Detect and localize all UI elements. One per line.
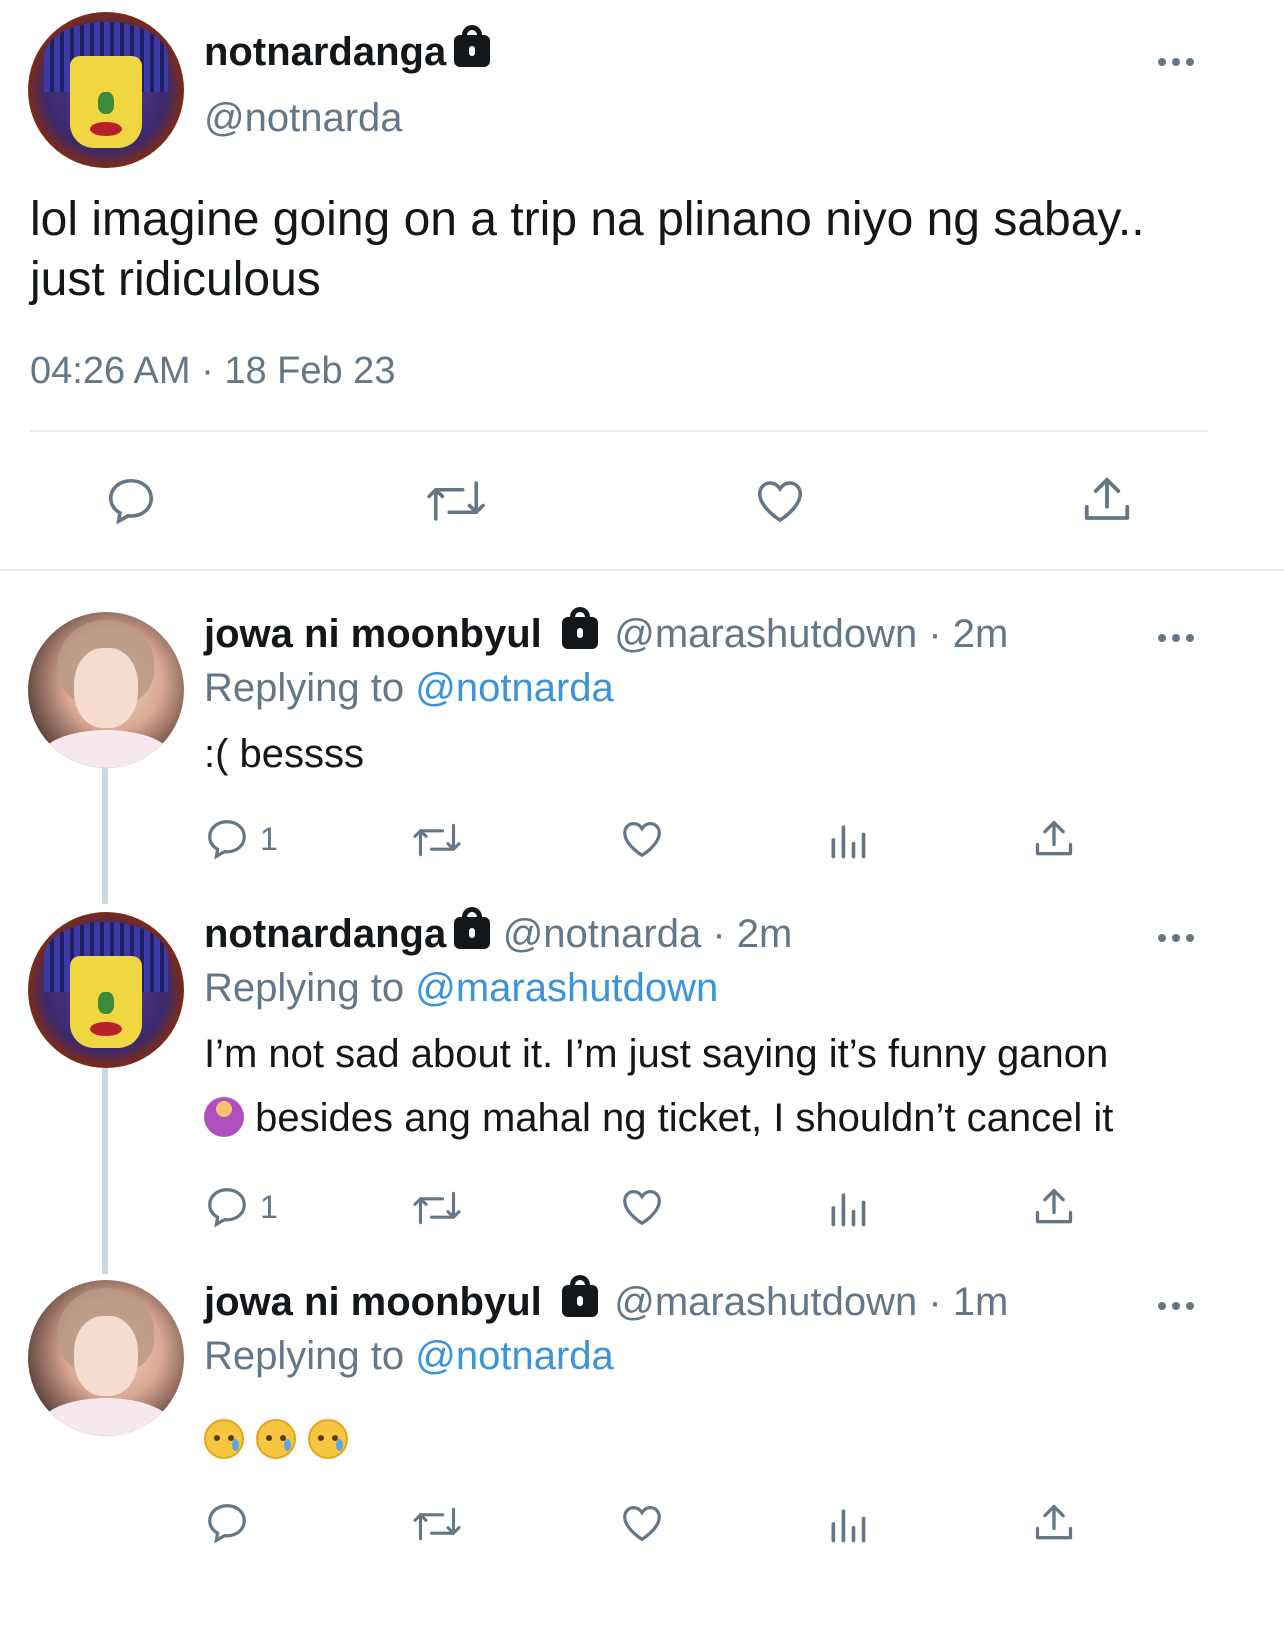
reply-text-line: besides ang mahal ng ticket, I shouldn’t… bbox=[204, 1086, 1244, 1150]
handle-time[interactable]: @notnarda · 2m bbox=[503, 912, 793, 956]
reply-icon bbox=[208, 1504, 246, 1544]
display-name[interactable]: notnardanga bbox=[204, 912, 446, 956]
more-options-icon[interactable] bbox=[1158, 932, 1198, 944]
lock-icon bbox=[454, 907, 491, 949]
notnarda-avatar[interactable] bbox=[28, 12, 184, 168]
reply-text-line: I’m not sad about it. I’m just saying it… bbox=[204, 1032, 1109, 1076]
replying-to-link[interactable]: @notnarda bbox=[415, 1334, 614, 1378]
reply-header: jowa ni moonbyul @marashutdown · 1m bbox=[204, 1275, 1008, 1325]
more-options-icon[interactable] bbox=[1158, 56, 1198, 68]
analytics-icon bbox=[831, 1193, 866, 1227]
like-button[interactable] bbox=[618, 1500, 666, 1546]
like-icon bbox=[623, 1190, 661, 1226]
reply-tweet: notnardanga @notnarda · 2m Replying to @… bbox=[0, 907, 1284, 1242]
retweet-icon bbox=[413, 1191, 461, 1225]
replying-to-link[interactable]: @notnarda bbox=[415, 666, 614, 710]
retweet-icon bbox=[413, 1507, 461, 1541]
replying-to: Replying to @notnarda bbox=[204, 666, 614, 710]
retweet-button[interactable] bbox=[410, 1186, 464, 1230]
like-icon bbox=[757, 481, 803, 523]
handle-time[interactable]: @marashutdown · 1m bbox=[614, 1280, 1008, 1324]
share-button[interactable] bbox=[1032, 1184, 1076, 1230]
reply-icon bbox=[108, 478, 154, 525]
replying-to: Replying to @notnarda bbox=[204, 1334, 614, 1378]
share-button[interactable] bbox=[1080, 472, 1134, 528]
reply-header: notnardanga @notnarda · 2m bbox=[204, 907, 793, 957]
share-icon bbox=[1035, 1504, 1073, 1540]
analytics-button[interactable] bbox=[826, 818, 870, 862]
main-author: notnardanga bbox=[204, 25, 491, 75]
reply-text: :( bessss bbox=[204, 732, 365, 776]
reply-button[interactable]: 1 bbox=[204, 816, 278, 862]
reply-tweet: jowa ni moonbyul @marashutdown · 2m Repl… bbox=[0, 607, 1284, 882]
retweet-icon bbox=[427, 481, 485, 521]
reply-text: I’m not sad about it. I’m just saying it… bbox=[204, 1022, 1244, 1150]
retweet-button[interactable] bbox=[410, 1502, 464, 1546]
display-name[interactable]: jowa ni moonbyul bbox=[204, 1280, 542, 1324]
notnarda-avatar[interactable] bbox=[28, 912, 184, 1068]
lock-icon bbox=[561, 1275, 598, 1317]
reply-button[interactable] bbox=[204, 1500, 250, 1546]
crying-face-emoji bbox=[204, 1419, 244, 1459]
share-icon bbox=[1035, 820, 1073, 856]
crying-face-emoji bbox=[256, 1419, 296, 1459]
analytics-button[interactable] bbox=[826, 1186, 870, 1230]
main-tweet: notnardanga @notnarda lol imagine going … bbox=[0, 0, 1284, 594]
reply-icon bbox=[208, 1188, 246, 1228]
share-icon bbox=[1084, 477, 1130, 520]
handle[interactable]: @notnarda bbox=[204, 96, 403, 141]
reply-count: 1 bbox=[260, 820, 278, 857]
reply-emojis bbox=[204, 1414, 1214, 1478]
reply-count: 1 bbox=[260, 1188, 278, 1225]
lock-icon bbox=[454, 25, 491, 67]
shrug-emoji bbox=[204, 1097, 244, 1137]
like-icon bbox=[623, 822, 661, 858]
share-icon bbox=[1035, 1188, 1073, 1224]
share-button[interactable] bbox=[1032, 816, 1076, 862]
replying-to: Replying to @marashutdown bbox=[204, 966, 719, 1010]
like-button[interactable] bbox=[618, 816, 666, 862]
like-button[interactable] bbox=[618, 1184, 666, 1230]
section-divider bbox=[0, 569, 1284, 571]
display-name[interactable]: jowa ni moonbyul bbox=[204, 612, 542, 656]
more-options-icon[interactable] bbox=[1158, 632, 1198, 644]
like-icon bbox=[623, 1506, 661, 1542]
reply-button[interactable]: 1 bbox=[204, 1184, 278, 1230]
retweet-button[interactable] bbox=[410, 818, 464, 862]
share-button[interactable] bbox=[1032, 1500, 1076, 1546]
reply-header: jowa ni moonbyul @marashutdown · 2m bbox=[204, 607, 1008, 657]
analytics-button[interactable] bbox=[826, 1502, 870, 1546]
handle-time[interactable]: @marashutdown · 2m bbox=[614, 612, 1008, 656]
like-button[interactable] bbox=[752, 474, 808, 528]
analytics-icon bbox=[831, 825, 866, 859]
reply-icon bbox=[208, 820, 246, 860]
display-name[interactable]: notnardanga bbox=[204, 30, 446, 74]
more-options-icon[interactable] bbox=[1158, 1300, 1198, 1312]
analytics-icon bbox=[831, 1509, 866, 1543]
replying-to-link[interactable]: @marashutdown bbox=[415, 966, 718, 1010]
retweet-button[interactable] bbox=[424, 474, 488, 528]
lock-icon bbox=[561, 607, 598, 649]
reply-button[interactable] bbox=[104, 474, 158, 528]
divider bbox=[30, 430, 1208, 432]
retweet-icon bbox=[413, 823, 461, 857]
reply-tweet: jowa ni moonbyul @marashutdown · 1m Repl… bbox=[0, 1275, 1284, 1620]
marashutdown-avatar[interactable] bbox=[28, 612, 184, 768]
crying-face-emoji bbox=[308, 1419, 348, 1459]
marashutdown-avatar[interactable] bbox=[28, 1280, 184, 1436]
tweet-text: lol imagine going on a trip na plinano n… bbox=[30, 193, 1145, 306]
tweet-timestamp[interactable]: 04:26 AM · 18 Feb 23 bbox=[30, 350, 395, 393]
